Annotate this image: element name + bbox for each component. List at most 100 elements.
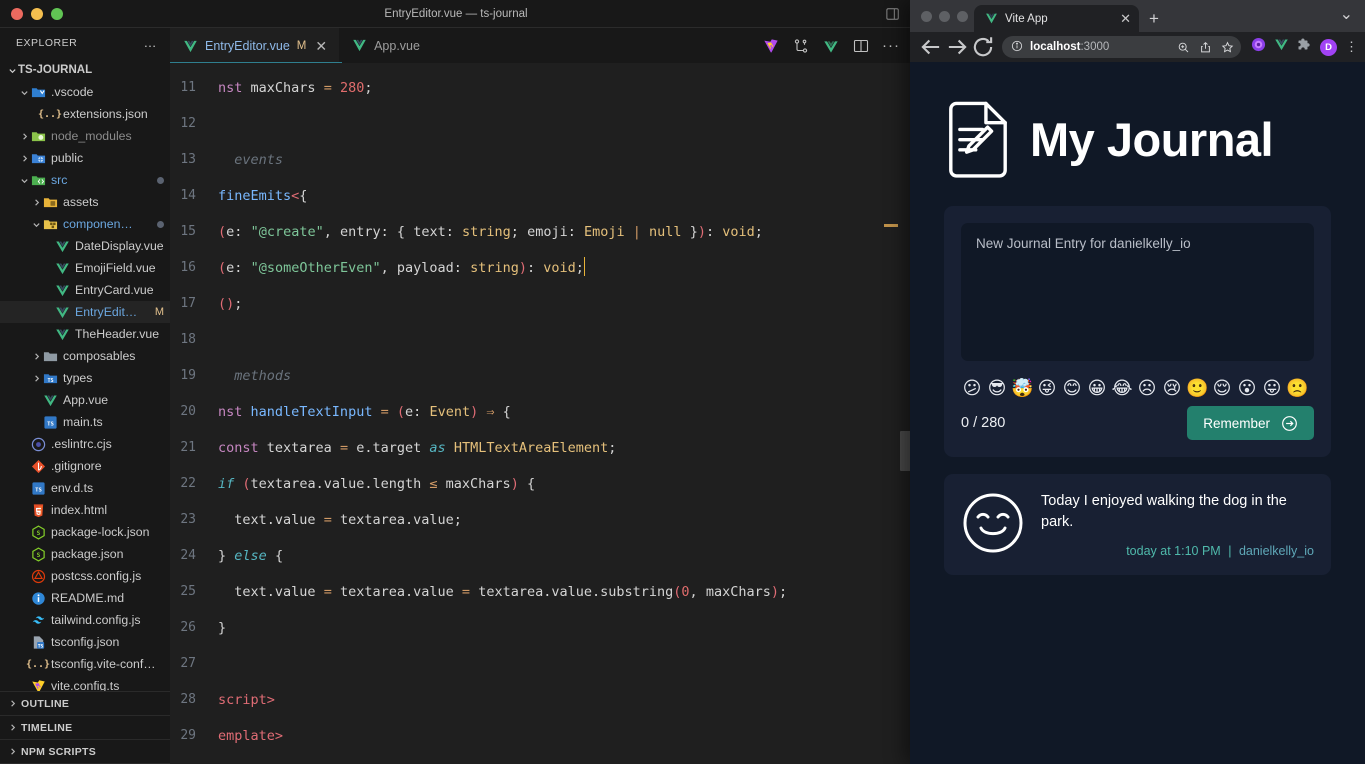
- browser-close-button[interactable]: [921, 11, 932, 22]
- tree-item-componen-[interactable]: componen…: [0, 213, 170, 235]
- tree-item-env-d-ts[interactable]: TS env.d.ts: [0, 477, 170, 499]
- bookmark-star-icon[interactable]: [1221, 40, 1234, 54]
- tree-item-tsconfig-vite-conf-[interactable]: {..} tsconfig.vite-conf…: [0, 653, 170, 675]
- code-line[interactable]: 14 fineEmits<{: [170, 178, 912, 214]
- code-line[interactable]: 29 emplate>: [170, 718, 912, 754]
- tree-root-ts-journal[interactable]: TS-JOURNAL: [0, 59, 170, 81]
- code-line[interactable]: 11 nst maxChars = 280;: [170, 70, 912, 106]
- code-line[interactable]: 23 text.value = textarea.value;: [170, 502, 912, 538]
- maximize-window-button[interactable]: [51, 7, 63, 20]
- tree-item-datedisplay-vue[interactable]: DateDisplay.vue: [0, 235, 170, 257]
- emoji-option-6[interactable]: 😂: [1111, 380, 1133, 398]
- tree-item-assets[interactable]: assets: [0, 191, 170, 213]
- tree-item-entryedit-[interactable]: EntryEdit… M: [0, 301, 170, 323]
- code-line[interactable]: 26}: [170, 610, 912, 646]
- emoji-option-7[interactable]: ☹: [1136, 380, 1158, 398]
- explorer-section-npm-scripts[interactable]: NPM SCRIPTS: [0, 740, 170, 764]
- tree-item-app-vue[interactable]: App.vue: [0, 389, 170, 411]
- vue-devtools-icon[interactable]: [1274, 37, 1289, 57]
- browser-traffic-lights[interactable]: [910, 11, 968, 32]
- code-line[interactable]: 16 (e: "@someOtherEven", payload: string)…: [170, 250, 912, 286]
- address-bar[interactable]: localhost:3000: [1002, 36, 1241, 58]
- puzzle-piece-icon[interactable]: [1297, 37, 1312, 57]
- emoji-option-13[interactable]: 🙁: [1286, 380, 1308, 398]
- tree-item-composables[interactable]: composables: [0, 345, 170, 367]
- code-line[interactable]: 28 script>: [170, 682, 912, 718]
- code-line[interactable]: 21 const textarea = e.target as HTMLTextA…: [170, 430, 912, 466]
- tree-item-tailwind-config-js[interactable]: tailwind.config.js: [0, 609, 170, 631]
- emoji-option-2[interactable]: 🤯: [1011, 380, 1033, 398]
- tree-item-main-ts[interactable]: TS main.ts: [0, 411, 170, 433]
- window-traffic-lights[interactable]: [0, 7, 63, 20]
- tree-item-package-json[interactable]: Spackage.json: [0, 543, 170, 565]
- tree-item-readme-md[interactable]: README.md: [0, 587, 170, 609]
- zoom-icon[interactable]: [1177, 41, 1190, 54]
- emoji-option-1[interactable]: 😎: [986, 380, 1008, 398]
- tree-item-extensions-json[interactable]: {..} extensions.json: [0, 103, 170, 125]
- close-icon[interactable]: ✕: [313, 39, 329, 53]
- code-line[interactable]: 18: [170, 322, 912, 358]
- code-editor[interactable]: 11 nst maxChars = 280; 12 13 events 14 fineEm…: [170, 63, 912, 764]
- browser-maximize-button[interactable]: [957, 11, 968, 22]
- tree-item--eslintrc-cjs[interactable]: .eslintrc.cjs: [0, 433, 170, 455]
- emoji-option-8[interactable]: 😢: [1161, 380, 1183, 398]
- remember-button[interactable]: Remember: [1187, 406, 1314, 440]
- code-line[interactable]: 30<form class="entry-form" @submit.preve…: [170, 754, 912, 764]
- explorer-section-outline[interactable]: OUTLINE: [0, 692, 170, 716]
- tree-item--gitignore[interactable]: .gitignore: [0, 455, 170, 477]
- emoji-option-10[interactable]: 😌: [1211, 380, 1233, 398]
- explorer-section-timeline[interactable]: TIMELINE: [0, 716, 170, 740]
- code-lines[interactable]: 11 nst maxChars = 280; 12 13 events 14 fineEm…: [170, 63, 912, 764]
- tree-item-emojifield-vue[interactable]: EmojiField.vue: [0, 257, 170, 279]
- tree-item-entrycard-vue[interactable]: EntryCard.vue: [0, 279, 170, 301]
- tree-item-types[interactable]: TS types: [0, 367, 170, 389]
- explorer-more-icon[interactable]: …: [144, 36, 159, 49]
- tree-item-index-html[interactable]: index.html: [0, 499, 170, 521]
- customize-layout-icon[interactable]: [886, 7, 900, 20]
- code-line[interactable]: 22 if (textarea.value.length ≤ maxChars) …: [170, 466, 912, 502]
- tree-item-postcss-config-js[interactable]: postcss.config.js: [0, 565, 170, 587]
- file-tree[interactable]: TS-JOURNAL .vscode {..} extensions.json nod…: [0, 58, 170, 691]
- vue-devtools-icon[interactable]: [823, 38, 839, 54]
- back-button[interactable]: [918, 34, 944, 60]
- reload-button[interactable]: [970, 34, 996, 60]
- browser-menu-icon[interactable]: ⋮: [1345, 40, 1358, 53]
- code-line[interactable]: 13 events: [170, 142, 912, 178]
- tab-app-vue[interactable]: App.vue: [339, 28, 430, 63]
- minimize-window-button[interactable]: [31, 7, 43, 20]
- code-line[interactable]: 15 (e: "@create", entry: { text: string; …: [170, 214, 912, 250]
- profile-avatar[interactable]: D: [1320, 38, 1337, 56]
- tree-item-theheader-vue[interactable]: TheHeader.vue: [0, 323, 170, 345]
- emoji-option-4[interactable]: 😊: [1061, 380, 1083, 398]
- emoji-option-11[interactable]: 😮: [1236, 380, 1258, 398]
- emoji-option-3[interactable]: 😜: [1036, 380, 1058, 398]
- code-line[interactable]: 25 text.value = textarea.value = textare…: [170, 574, 912, 610]
- tree-item-public[interactable]: public: [0, 147, 170, 169]
- emoji-option-5[interactable]: 😀: [1086, 380, 1108, 398]
- tree-item-vite-config-ts[interactable]: vite.config.ts: [0, 675, 170, 691]
- info-circle-icon[interactable]: [1011, 40, 1023, 55]
- extension-purple-icon[interactable]: [1251, 37, 1266, 57]
- more-actions-icon[interactable]: ···: [882, 38, 899, 54]
- vite-icon[interactable]: [763, 38, 779, 54]
- tree-item--vscode[interactable]: .vscode: [0, 81, 170, 103]
- chevron-down-icon[interactable]: ⌄: [1340, 4, 1353, 24]
- close-window-button[interactable]: [11, 7, 23, 20]
- code-line[interactable]: 20 nst handleTextInput = (e: Event) ⇒ {: [170, 394, 912, 430]
- close-icon[interactable]: ✕: [1120, 12, 1131, 25]
- tab-entryeditor-vue[interactable]: EntryEditor.vue M ✕: [170, 28, 340, 64]
- split-editor-icon[interactable]: [853, 38, 869, 54]
- code-line[interactable]: 27: [170, 646, 912, 682]
- tree-item-package-lock-json[interactable]: Spackage-lock.json: [0, 521, 170, 543]
- new-tab-button[interactable]: +: [1149, 10, 1159, 27]
- entry-textarea[interactable]: [961, 223, 1314, 361]
- browser-minimize-button[interactable]: [939, 11, 950, 22]
- tree-item-src[interactable]: src: [0, 169, 170, 191]
- code-line[interactable]: 12: [170, 106, 912, 142]
- code-line[interactable]: 17 ();: [170, 286, 912, 322]
- share-icon[interactable]: [1199, 41, 1212, 54]
- code-line[interactable]: 24} else {: [170, 538, 912, 574]
- emoji-field[interactable]: 😕 😎 🤯 😜 😊 😀 😂 ☹ 😢 🙂 😌 😮 😛 🙁: [961, 380, 1314, 398]
- browser-tab-vite-app[interactable]: Vite App ✕: [974, 5, 1139, 32]
- forward-button[interactable]: [944, 34, 970, 60]
